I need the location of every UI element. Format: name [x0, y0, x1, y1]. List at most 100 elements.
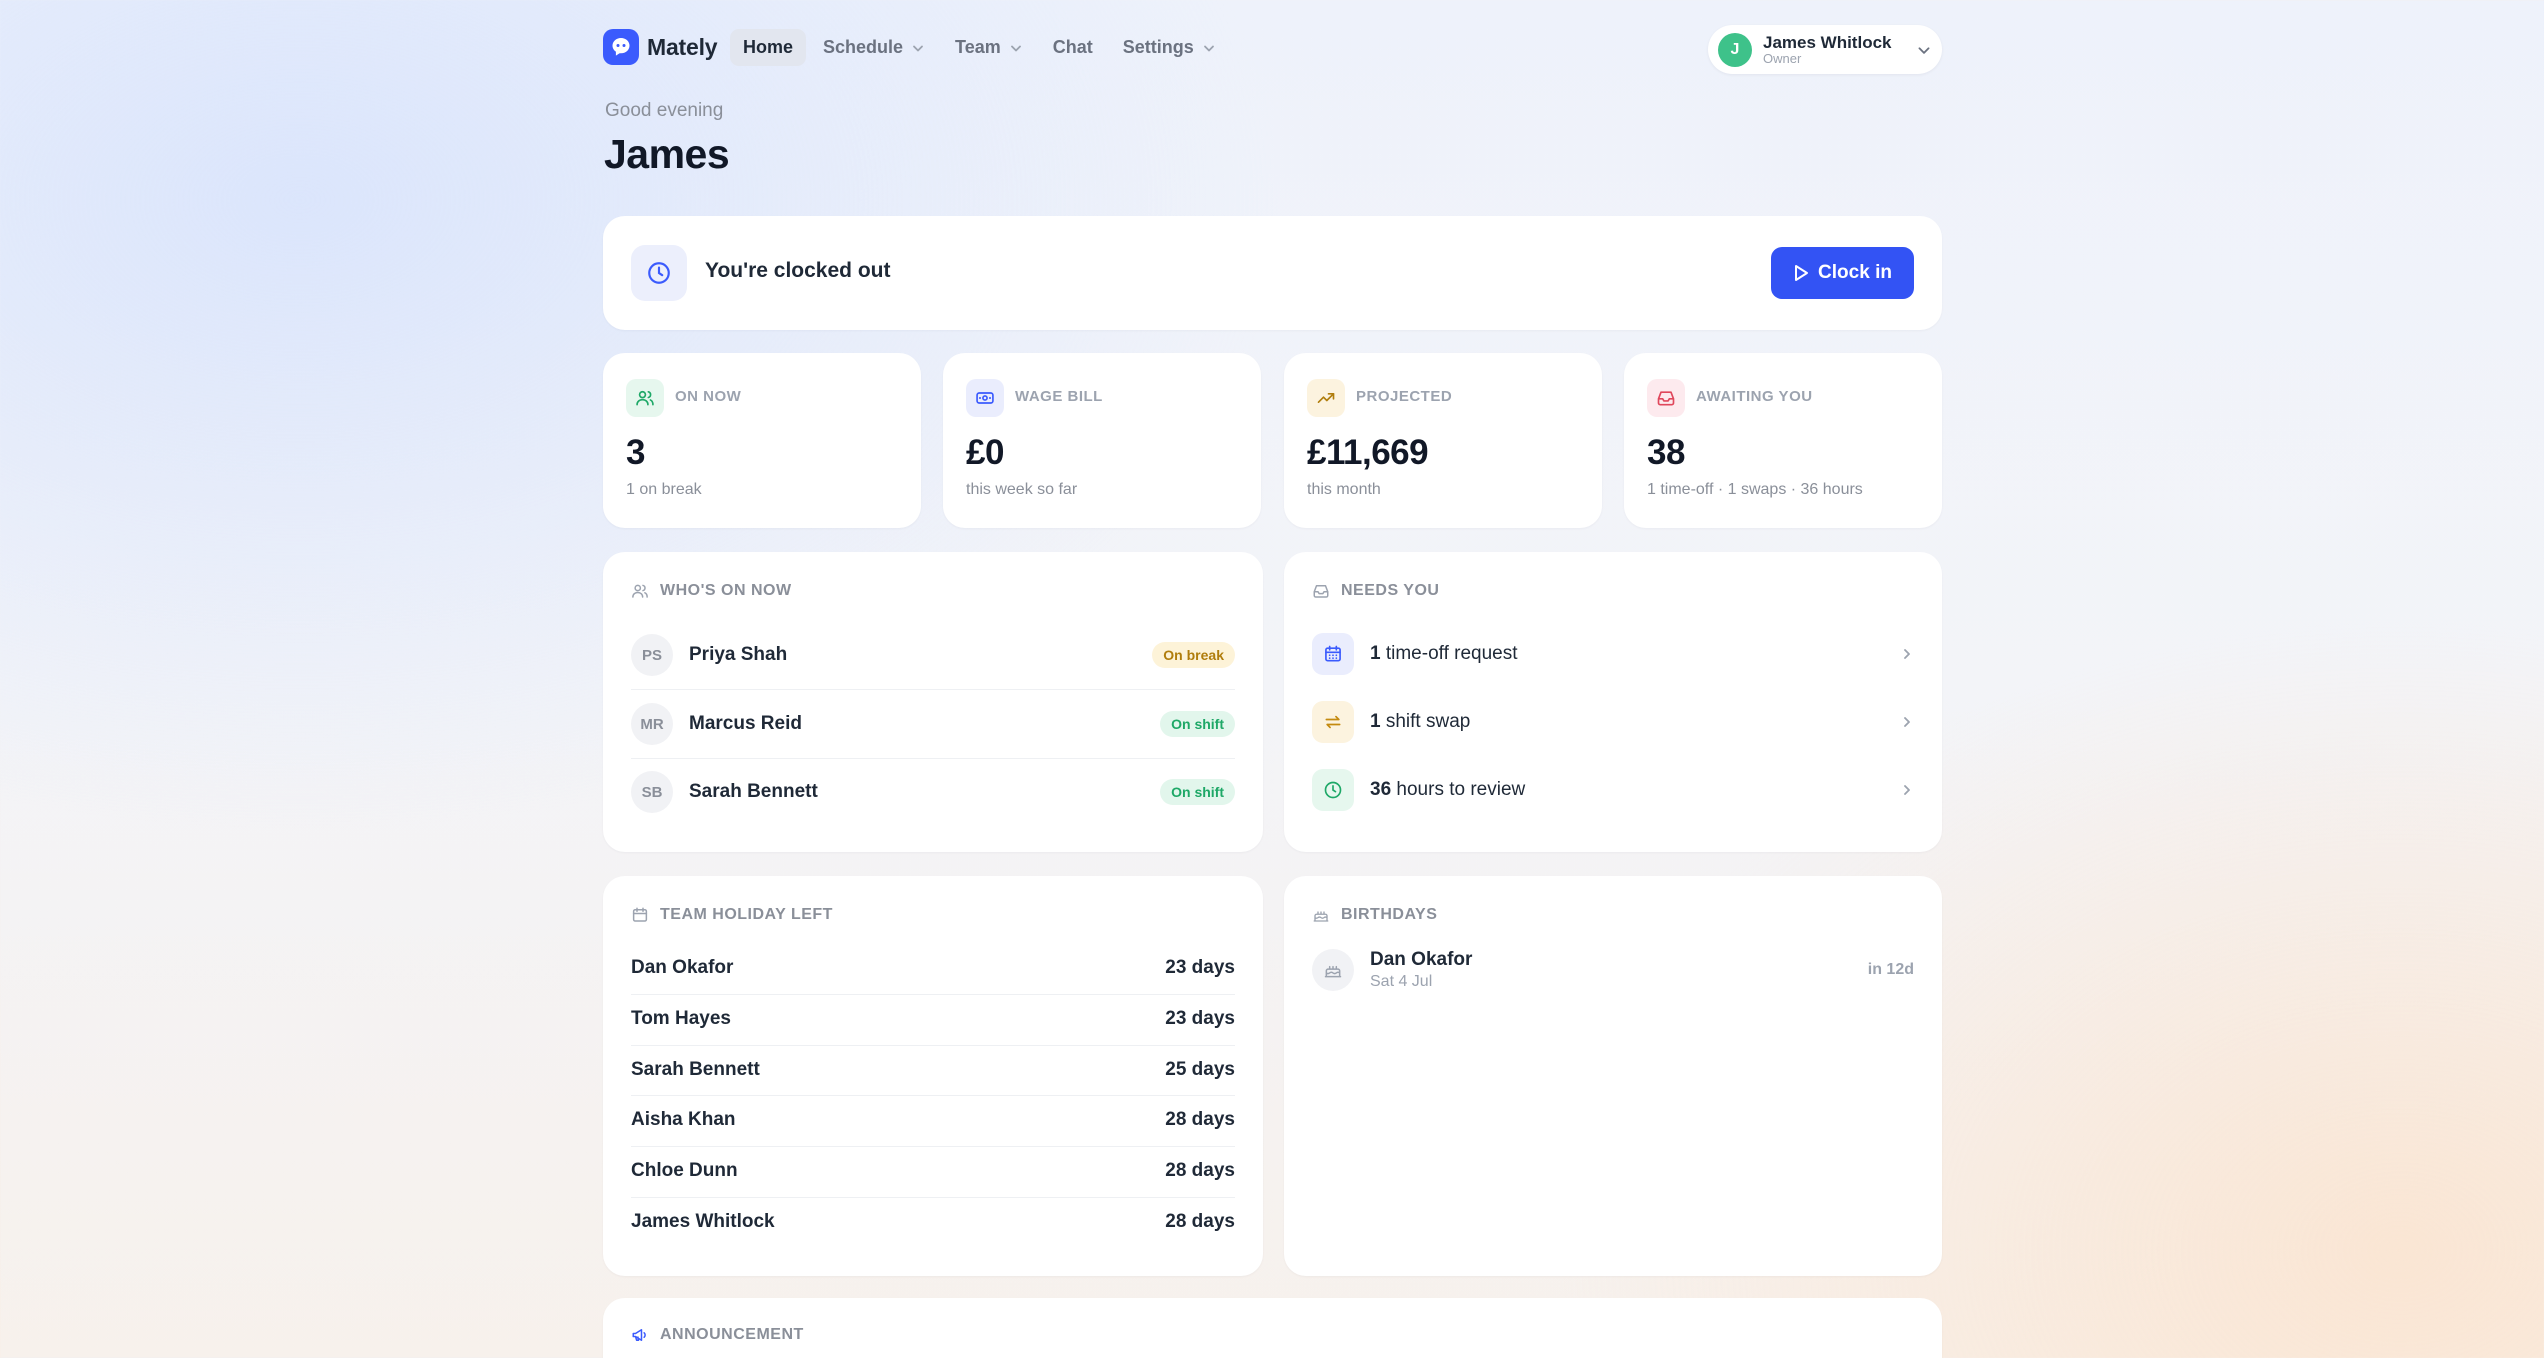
clock-in-button[interactable]: Clock in	[1771, 247, 1914, 299]
stat-sub: this week so far	[966, 481, 1078, 498]
brand-logo-icon	[603, 29, 639, 65]
needs-you-card: NEEDS YOU 1 time-off request 1 shift swa…	[1284, 552, 1942, 852]
inbox-icon	[1313, 585, 1329, 598]
table-row: James Whitlock 28 days	[631, 1197, 1235, 1247]
user-menu[interactable]: J James Whitlock Owner	[1708, 25, 1942, 74]
users-icon	[626, 379, 664, 417]
stat-value: £11,669	[1307, 433, 1429, 472]
nav-settings[interactable]: Settings	[1110, 29, 1229, 66]
nav-chat[interactable]: Chat	[1040, 29, 1106, 66]
days-left: 28 days	[1165, 1211, 1235, 1232]
whos-on-now-card: WHO'S ON NOW PS Priya Shah On break MR M…	[603, 552, 1263, 852]
needs-count: 1	[1370, 711, 1381, 732]
announcement-card: ANNOUNCEMENT	[603, 1298, 1942, 1358]
nav-home-label: Home	[743, 37, 794, 57]
days-left: 28 days	[1165, 1109, 1235, 1130]
user-role: Owner	[1763, 50, 1802, 66]
stat-label: ON NOW	[675, 388, 742, 405]
team-holiday-card: TEAM HOLIDAY LEFT Dan Okafor 23 days Tom…	[603, 876, 1263, 1276]
list-item[interactable]: MR Marcus Reid On shift	[631, 690, 1235, 758]
nav-home[interactable]: Home	[730, 29, 807, 66]
brand[interactable]: Mately	[603, 29, 718, 65]
table-row: Chloe Dunn 28 days	[631, 1146, 1235, 1196]
stat-value: 38	[1647, 433, 1685, 472]
needs-item-shift-swap[interactable]: 1 shift swap	[1312, 700, 1914, 744]
brand-name: Mately	[647, 33, 718, 60]
stat-value: 3	[626, 433, 645, 472]
status-badge: On shift	[1160, 779, 1235, 805]
status-badge: On break	[1152, 642, 1235, 668]
needs-item-time-off[interactable]: 1 time-off request	[1312, 632, 1914, 676]
needs-item-text: 1 shift swap	[1370, 711, 1470, 733]
section-header: WHO'S ON NOW	[631, 582, 803, 600]
swap-icon	[1312, 701, 1354, 743]
stat-label: AWAITING YOU	[1696, 388, 1813, 405]
nav-team[interactable]: Team	[942, 29, 1036, 66]
stat-card-projected[interactable]: PROJECTED £11,669 this month	[1284, 353, 1602, 528]
list-item: Dan Okafor Sat 4 Jul in 12d	[1312, 946, 1914, 994]
page-title: James	[604, 131, 730, 177]
section-header: BIRTHDAYS	[1312, 906, 1437, 924]
stat-card-awaiting-you[interactable]: AWAITING YOU 38 1 time-off · 1 swaps · 3…	[1624, 353, 1942, 528]
stat-value: £0	[966, 433, 1004, 472]
stat-sub: this month	[1307, 481, 1381, 498]
employee-name: Aisha Khan	[631, 1109, 736, 1130]
list-item[interactable]: SB Sarah Bennett On shift	[631, 758, 1235, 826]
birthday-countdown: in 12d	[1867, 961, 1914, 978]
chevron-right-icon	[1904, 717, 1910, 727]
clock-status-card: You're clocked out Clock in	[603, 216, 1942, 330]
section-header: TEAM HOLIDAY LEFT	[631, 906, 833, 924]
table-row: Dan Okafor 23 days	[631, 943, 1235, 993]
employee-name: Chloe Dunn	[631, 1160, 738, 1181]
greeting-subtitle: Good evening	[605, 100, 724, 121]
trending-up-icon	[1307, 379, 1345, 417]
chevron-down-icon	[1203, 45, 1214, 51]
person-name: Priya Shah	[689, 644, 788, 665]
chevron-down-icon	[913, 45, 923, 51]
section-title: ANNOUNCEMENT	[660, 1326, 804, 1343]
days-left: 23 days	[1165, 1008, 1235, 1029]
clock-icon	[631, 245, 687, 301]
needs-item-hours-review[interactable]: 36 hours to review	[1312, 768, 1914, 812]
days-left: 25 days	[1165, 1059, 1235, 1080]
cake-icon	[1312, 949, 1354, 991]
nav-schedule-label: Schedule	[823, 37, 904, 57]
avatar: J	[1718, 32, 1752, 67]
list-item[interactable]: PS Priya Shah On break	[631, 621, 1235, 689]
nav-team-label: Team	[955, 37, 1001, 57]
chevron-down-icon	[1010, 45, 1021, 51]
user-info: James Whitlock Owner	[1763, 32, 1892, 66]
birthday-date: Sat 4 Jul	[1370, 972, 1433, 990]
user-name: James Whitlock	[1763, 32, 1892, 52]
clock-status-text: You're clocked out	[705, 259, 891, 282]
main-menu: Home Schedule Team Chat Settings	[730, 29, 1229, 66]
section-title: BIRTHDAYS	[1341, 906, 1438, 923]
megaphone-icon	[632, 1329, 646, 1341]
section-title: NEEDS YOU	[1341, 582, 1440, 599]
needs-count: 36	[1370, 779, 1392, 800]
avatar: PS	[631, 634, 673, 676]
clock-icon	[1312, 769, 1354, 811]
needs-item-text: 1 time-off request	[1370, 643, 1518, 665]
needs-label: hours to review	[1391, 779, 1526, 800]
calendar-icon	[632, 907, 648, 922]
section-header: NEEDS YOU	[1312, 582, 1439, 600]
needs-item-text: 36 hours to review	[1370, 779, 1525, 801]
stat-sub: 1 time-off · 1 swaps · 36 hours	[1647, 481, 1863, 498]
stat-sub: 1 on break	[626, 481, 702, 498]
person-name: Marcus Reid	[689, 713, 802, 734]
nav-settings-label: Settings	[1122, 37, 1194, 57]
table-row: Aisha Khan 28 days	[631, 1095, 1235, 1145]
users-icon	[632, 584, 648, 598]
status-badge: On shift	[1160, 711, 1235, 737]
stat-label: WAGE BILL	[1015, 388, 1103, 405]
section-title: TEAM HOLIDAY LEFT	[660, 906, 833, 923]
birthdays-card: BIRTHDAYS Dan Okafor Sat 4 Jul in 12d	[1284, 876, 1942, 1276]
nav-schedule[interactable]: Schedule	[810, 29, 938, 66]
stat-card-on-now[interactable]: ON NOW 3 1 on break	[603, 353, 921, 528]
needs-count: 1	[1370, 643, 1381, 664]
chevron-right-icon	[1904, 649, 1910, 659]
stat-card-wage-bill[interactable]: WAGE BILL £0 this week so far	[943, 353, 1261, 528]
clock-in-label: Clock in	[1818, 262, 1892, 283]
table-row: Sarah Bennett 25 days	[631, 1045, 1235, 1095]
